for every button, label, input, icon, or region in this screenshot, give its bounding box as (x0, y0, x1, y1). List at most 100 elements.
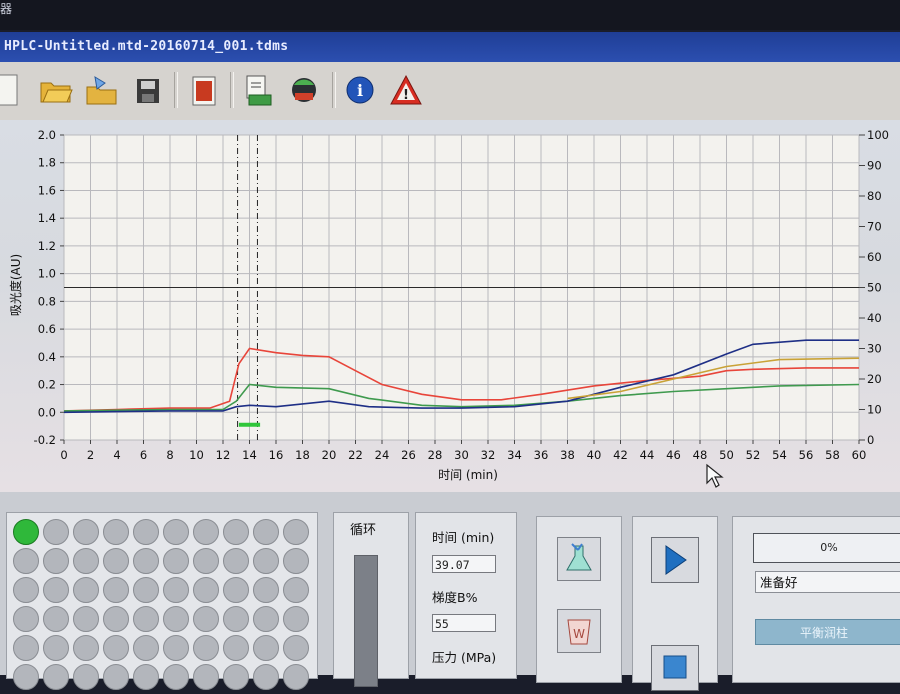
sample-well[interactable] (163, 664, 189, 690)
gradient-field[interactable]: 55 (432, 614, 496, 632)
sample-well[interactable] (283, 577, 309, 603)
instrument-icon[interactable] (284, 70, 324, 110)
run-control-panel (632, 516, 718, 691)
sample-well[interactable] (283, 519, 309, 545)
x-tick-label: 56 (799, 448, 814, 462)
info-icon[interactable]: i (340, 70, 380, 110)
sample-well[interactable] (133, 664, 159, 690)
sample-well[interactable] (253, 664, 279, 690)
sample-well[interactable] (133, 635, 159, 661)
sample-well[interactable] (73, 606, 99, 632)
sample-well[interactable] (193, 606, 219, 632)
x-tick-label: 46 (666, 448, 681, 462)
sample-well[interactable] (283, 635, 309, 661)
sample-well[interactable] (103, 635, 129, 661)
svg-text:i: i (357, 81, 363, 100)
sample-well[interactable] (13, 664, 39, 690)
x-tick-label: 2 (87, 448, 94, 462)
sample-well[interactable] (253, 635, 279, 661)
stop-button[interactable] (651, 645, 699, 691)
sample-well[interactable] (103, 519, 129, 545)
sample-well[interactable] (103, 664, 129, 690)
run-button[interactable] (651, 537, 699, 583)
sample-well[interactable] (43, 606, 69, 632)
sample-well[interactable] (193, 577, 219, 603)
sample-well[interactable] (13, 606, 39, 632)
y-tick-label: 0.2 (38, 378, 56, 392)
save-icon[interactable] (128, 70, 168, 110)
open-method-icon[interactable] (82, 70, 122, 110)
export-icon[interactable] (238, 70, 278, 110)
y-tick-label: 1.2 (38, 239, 56, 253)
chromatogram-chart[interactable]: 0 2 4 6 8 10 12 14 16 18 20 22 24 26 28 30 32 34 36 38 40 42 4… (0, 120, 900, 492)
sample-well[interactable] (103, 548, 129, 574)
sample-well[interactable] (223, 577, 249, 603)
sample-well[interactable] (283, 606, 309, 632)
chromatogram-panel: 0 2 4 6 8 10 12 14 16 18 20 22 24 26 28 30 32 34 36 38 40 42 4… (0, 120, 900, 492)
new-file-icon[interactable] (0, 70, 30, 110)
y-tick-label: 0.8 (38, 294, 56, 308)
sample-well[interactable] (223, 548, 249, 574)
sample-well[interactable] (73, 577, 99, 603)
sample-well[interactable] (133, 577, 159, 603)
x-tick-label: 6 (140, 448, 147, 462)
sample-well[interactable] (223, 635, 249, 661)
sample-well[interactable] (193, 664, 219, 690)
sample-well[interactable] (73, 548, 99, 574)
sample-well[interactable] (283, 548, 309, 574)
sample-well[interactable] (43, 664, 69, 690)
sample-well[interactable] (193, 519, 219, 545)
sample-well[interactable] (13, 577, 39, 603)
sample-well[interactable] (103, 577, 129, 603)
y2-tick-label: 10 (867, 403, 882, 417)
y2-tick-label: 20 (867, 372, 882, 386)
sample-well[interactable] (253, 606, 279, 632)
sample-well[interactable] (163, 519, 189, 545)
sample-well[interactable] (133, 519, 159, 545)
add-sample-button[interactable] (557, 537, 601, 581)
sample-well-active[interactable] (13, 519, 39, 545)
sample-well[interactable] (193, 635, 219, 661)
sample-well[interactable] (43, 577, 69, 603)
sample-well[interactable] (193, 548, 219, 574)
y2-tick-label: 40 (867, 311, 882, 325)
open-folder-icon[interactable] (36, 70, 76, 110)
sample-well[interactable] (223, 664, 249, 690)
sample-well[interactable] (283, 664, 309, 690)
sample-well[interactable] (43, 548, 69, 574)
sample-well[interactable] (73, 664, 99, 690)
waste-button[interactable]: W (557, 609, 601, 653)
sample-well[interactable] (163, 635, 189, 661)
y-tick-label: 0.0 (38, 405, 56, 419)
time-field[interactable]: 39.07 (432, 555, 496, 573)
window-titlebar[interactable]: HPLC-Untitled.mtd-20160714_001.tdms (0, 32, 900, 62)
svg-text:W: W (573, 627, 585, 641)
sample-well[interactable] (253, 548, 279, 574)
sample-well[interactable] (223, 519, 249, 545)
sample-well[interactable] (133, 606, 159, 632)
equilibrate-button[interactable]: 平衡润柱 (755, 619, 900, 645)
x-tick-label: 38 (560, 448, 575, 462)
sample-well[interactable] (73, 519, 99, 545)
sample-well[interactable] (43, 635, 69, 661)
x-tick-label: 16 (269, 448, 284, 462)
y-tick-label: 2.0 (38, 128, 56, 142)
sample-well[interactable] (253, 519, 279, 545)
sample-well[interactable] (163, 548, 189, 574)
report-icon[interactable] (184, 70, 224, 110)
sample-well[interactable] (43, 519, 69, 545)
sample-well[interactable] (73, 635, 99, 661)
play-icon (665, 545, 687, 575)
sample-well[interactable] (13, 635, 39, 661)
sample-well[interactable] (223, 606, 249, 632)
loop-panel: 循环 (333, 512, 409, 687)
y-tick-label: 1.6 (38, 183, 56, 197)
x-tick-label: 28 (428, 448, 443, 462)
sample-well[interactable] (13, 548, 39, 574)
warning-icon[interactable]: ! (386, 70, 426, 110)
sample-well[interactable] (253, 577, 279, 603)
sample-well[interactable] (163, 606, 189, 632)
sample-well[interactable] (103, 606, 129, 632)
sample-well[interactable] (133, 548, 159, 574)
sample-well[interactable] (163, 577, 189, 603)
